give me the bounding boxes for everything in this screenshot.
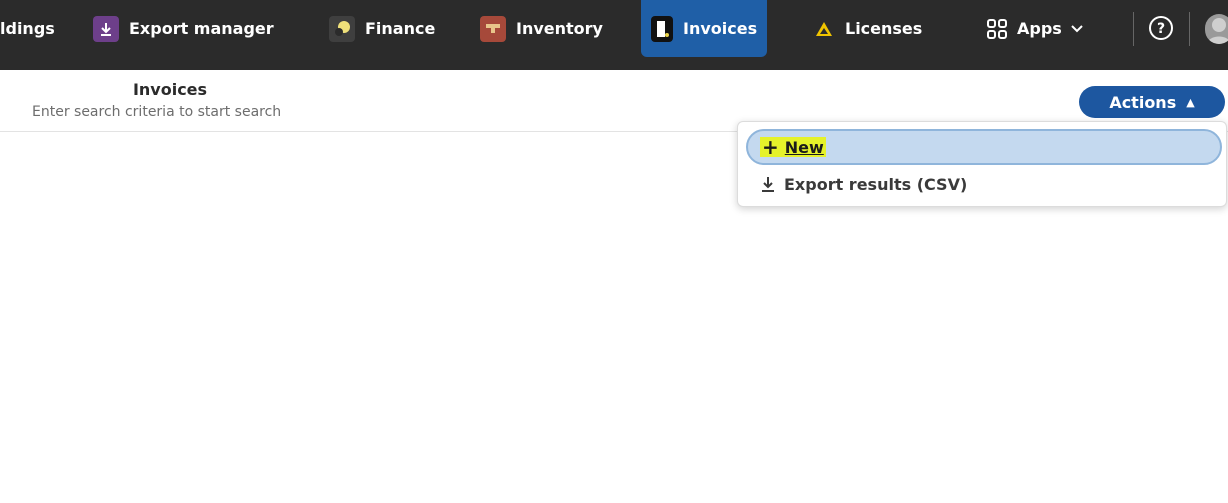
svg-text:?: ? xyxy=(1157,21,1165,37)
nav-item-inventory[interactable]: Inventory xyxy=(480,0,603,57)
nav-item-label: Inventory xyxy=(516,19,603,38)
new-highlight: + New xyxy=(760,137,826,157)
menu-item-export-results[interactable]: Export results (CSV) xyxy=(760,172,967,196)
nav-item-label: Invoices xyxy=(683,19,758,38)
nav-item-finance[interactable]: Finance xyxy=(329,0,435,57)
caret-up-icon: ▲ xyxy=(1186,95,1195,109)
page-subtitle: Enter search criteria to start search xyxy=(32,104,282,120)
nav-item-label: Licenses xyxy=(845,19,923,38)
nav-item-apps[interactable]: Apps xyxy=(985,0,1084,57)
finance-coin-icon xyxy=(329,15,355,42)
nav-item-invoices[interactable]: Invoices xyxy=(641,0,768,57)
actions-dropdown-menu: + New Export results (CSV) xyxy=(737,121,1227,207)
page-title: Invoices xyxy=(132,80,208,99)
top-navigation-bar: ldings Export manager Finance Inventory … xyxy=(0,0,1228,70)
download-icon xyxy=(762,177,774,192)
avatar[interactable] xyxy=(1205,14,1228,44)
actions-button[interactable]: Actions ▲ xyxy=(1079,86,1225,118)
nav-item-label: Apps xyxy=(1017,19,1062,38)
inventory-chest-icon xyxy=(480,15,506,42)
apps-grid-icon xyxy=(985,16,1009,42)
nav-item-export-manager[interactable]: Export manager xyxy=(93,0,274,57)
nav-item-holdings[interactable]: ldings xyxy=(0,0,55,57)
menu-item-export-label: Export results (CSV) xyxy=(784,174,968,194)
nav-divider xyxy=(1189,12,1190,46)
help-icon[interactable]: ? xyxy=(1147,14,1175,46)
plus-icon: + xyxy=(762,135,779,159)
invoice-document-icon xyxy=(651,15,673,42)
license-triangle-icon xyxy=(813,16,835,42)
actions-button-label: Actions xyxy=(1109,92,1177,112)
chevron-down-icon xyxy=(1070,19,1084,38)
menu-item-new[interactable]: + New xyxy=(746,129,1222,165)
nav-item-licenses[interactable]: Licenses xyxy=(813,0,922,57)
nav-item-label: Export manager xyxy=(129,19,274,38)
nav-divider xyxy=(1133,12,1134,46)
menu-item-new-label: New xyxy=(784,137,824,157)
nav-item-label: ldings xyxy=(0,19,55,38)
nav-item-label: Finance xyxy=(365,19,436,38)
download-icon xyxy=(93,15,119,42)
